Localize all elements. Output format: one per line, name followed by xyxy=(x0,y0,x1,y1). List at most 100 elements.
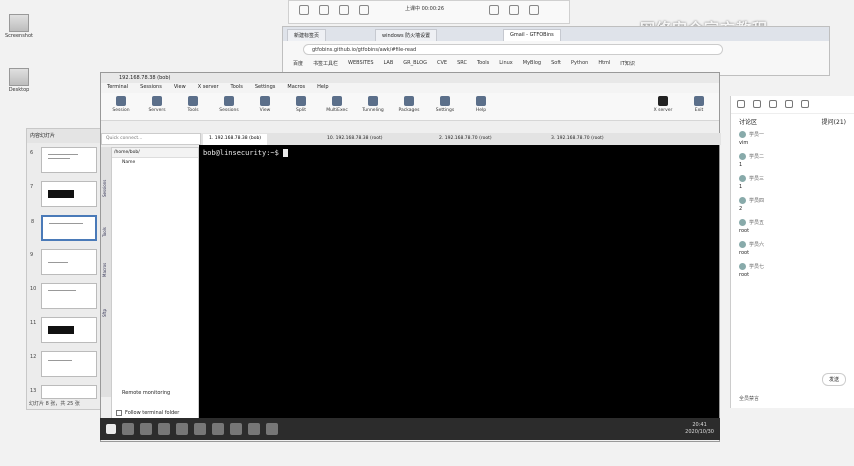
session-tab[interactable]: 2. 192.168.78.70 (root) xyxy=(433,134,498,145)
session-tab[interactable]: 10. 192.168.78.38 (root) xyxy=(321,134,388,145)
windows-start-icon[interactable] xyxy=(106,424,116,434)
tools-button[interactable]: Tools xyxy=(181,95,205,118)
bookmark[interactable]: 百度 xyxy=(293,60,303,71)
address-bar[interactable]: gtfobins.github.io/gtfobins/awk/#file-re… xyxy=(303,44,723,55)
slides-header: 内容幻灯片 xyxy=(27,129,101,143)
slide-thumbnail[interactable]: 6 xyxy=(30,147,97,173)
home-icon[interactable] xyxy=(299,5,309,15)
bookmark[interactable]: Linux xyxy=(499,60,512,71)
browser-tab[interactable]: 新建标签页 xyxy=(287,29,327,41)
help-button[interactable]: Help xyxy=(469,95,493,118)
mute-all[interactable]: 全员禁言 xyxy=(739,395,759,402)
record-icon[interactable] xyxy=(339,5,349,15)
session-button[interactable]: Session xyxy=(109,95,133,118)
menu-item[interactable]: Terminal xyxy=(107,84,128,92)
menu-item[interactable]: Settings xyxy=(255,84,276,92)
bookmark[interactable]: MyBlog xyxy=(523,60,541,71)
side-tab[interactable]: Macros xyxy=(102,263,107,277)
clock-time: 20:41 xyxy=(692,422,707,428)
packages-button[interactable]: Packages xyxy=(397,95,421,118)
settings-button[interactable]: Settings xyxy=(433,95,457,118)
menu-item[interactable]: Sessions xyxy=(140,84,162,92)
slide-thumbnail[interactable]: 12 xyxy=(30,351,97,377)
main-toolbar: Session Servers Tools Sessions View Spli… xyxy=(101,93,719,121)
app-icon[interactable] xyxy=(248,423,260,435)
mobaxterm-window: 192.168.78.38 (bob) Terminal Sessions Vi… xyxy=(100,72,721,442)
sftp-path[interactable]: /home/bob/ xyxy=(112,148,198,158)
bookmark[interactable]: Soft xyxy=(551,60,561,71)
terminal[interactable]: bob@linsecurity:~$ xyxy=(199,145,719,439)
bookmark[interactable]: Tools xyxy=(477,60,489,71)
bookmark[interactable]: SRC xyxy=(457,60,467,71)
menu-item[interactable]: View xyxy=(174,84,186,92)
slide-thumbnail[interactable]: 9 xyxy=(30,249,97,275)
menu-item[interactable]: X server xyxy=(198,84,219,92)
follow-checkbox[interactable] xyxy=(116,410,122,416)
chat-message: 学员一 vim xyxy=(739,131,765,146)
taskbar-clock[interactable]: 20:41 2020/10/30 xyxy=(685,422,714,436)
mic-icon[interactable] xyxy=(359,5,369,15)
view-button[interactable]: View xyxy=(253,95,277,118)
browser-tab[interactable]: windows 防火墙设置 xyxy=(375,29,438,41)
bookmark[interactable]: GR_BLOG xyxy=(403,60,427,71)
grid-icon[interactable] xyxy=(489,5,499,15)
multiexec-button[interactable]: MultiExec xyxy=(325,95,349,118)
quick-connect-input[interactable]: Quick connect... xyxy=(101,133,201,145)
pointer-icon[interactable] xyxy=(737,100,745,108)
tab-discussion[interactable]: 讨论区 xyxy=(739,117,757,126)
chat-icon[interactable] xyxy=(509,5,519,15)
remote-monitoring[interactable]: Remote monitoring xyxy=(122,390,170,396)
bookmark[interactable]: IT知识 xyxy=(620,60,635,71)
share-icon[interactable] xyxy=(319,5,329,15)
slide-thumbnail[interactable]: 10 xyxy=(30,283,97,309)
send-button[interactable]: 发送 xyxy=(821,373,846,386)
slide-thumbnail[interactable]: 11 xyxy=(30,317,97,343)
search-icon[interactable] xyxy=(122,423,134,435)
split-button[interactable]: Split xyxy=(289,95,313,118)
follow-label: Follow terminal folder xyxy=(125,410,180,416)
task-view-icon[interactable] xyxy=(140,423,152,435)
menu-item[interactable]: Tools xyxy=(231,84,243,92)
menu-item[interactable]: Macros xyxy=(287,84,305,92)
power-icon xyxy=(694,96,704,106)
app-icon[interactable] xyxy=(266,423,278,435)
bookmark[interactable]: Html xyxy=(598,60,610,71)
bookmark[interactable]: 书签工具栏 xyxy=(313,60,338,71)
clear-icon[interactable] xyxy=(801,100,809,108)
bookmark[interactable]: CVE xyxy=(437,60,447,71)
session-tab-active[interactable]: 1. 192.168.78.38 (bob) xyxy=(203,134,268,145)
eraser-icon[interactable] xyxy=(785,100,793,108)
bookmark[interactable]: LAB xyxy=(384,60,394,71)
app-icon[interactable] xyxy=(212,423,224,435)
rect-icon[interactable] xyxy=(769,100,777,108)
sessions-button[interactable]: Sessions xyxy=(217,95,241,118)
app-icon[interactable] xyxy=(194,423,206,435)
more-icon[interactable] xyxy=(529,5,539,15)
menu-item[interactable]: Help xyxy=(317,84,328,92)
servers-button[interactable]: Servers xyxy=(145,95,169,118)
exit-button[interactable]: Exit xyxy=(687,95,711,118)
bookmark[interactable]: WEBSITES xyxy=(348,60,373,71)
xserver-button[interactable]: X server xyxy=(651,95,675,118)
app-icon[interactable] xyxy=(158,423,170,435)
slide-thumbnail-selected[interactable]: 8 xyxy=(31,215,97,241)
desktop-icon-desktop[interactable]: Desktop xyxy=(4,68,34,93)
taskbar: 20:41 2020/10/30 xyxy=(100,418,720,440)
browser-tab-active[interactable]: Gmail - GTFOBins xyxy=(503,29,561,41)
bookmark[interactable]: Python xyxy=(571,60,588,71)
side-tab[interactable]: Tools xyxy=(102,227,107,237)
tab-questions[interactable]: 提问(21) xyxy=(822,117,846,126)
app-icon[interactable] xyxy=(230,423,242,435)
session-tab[interactable]: 3. 192.168.78.70 (root) xyxy=(545,134,610,145)
side-tab[interactable]: Sftp xyxy=(102,309,107,317)
column-header-name[interactable]: Name xyxy=(112,158,198,167)
side-tab[interactable]: Sessions xyxy=(102,180,107,197)
chat-message: 学员四 2 xyxy=(739,197,765,212)
follow-terminal-folder[interactable]: Follow terminal folder xyxy=(116,410,179,416)
pen-icon[interactable] xyxy=(753,100,761,108)
slide-thumbnail[interactable]: 7 xyxy=(30,181,97,207)
tunneling-button[interactable]: Tunneling xyxy=(361,95,385,118)
app-icon[interactable] xyxy=(176,423,188,435)
desktop-icon-screenshot[interactable]: Screenshot xyxy=(4,14,34,39)
slide-thumbnail[interactable]: 13 xyxy=(30,385,97,399)
